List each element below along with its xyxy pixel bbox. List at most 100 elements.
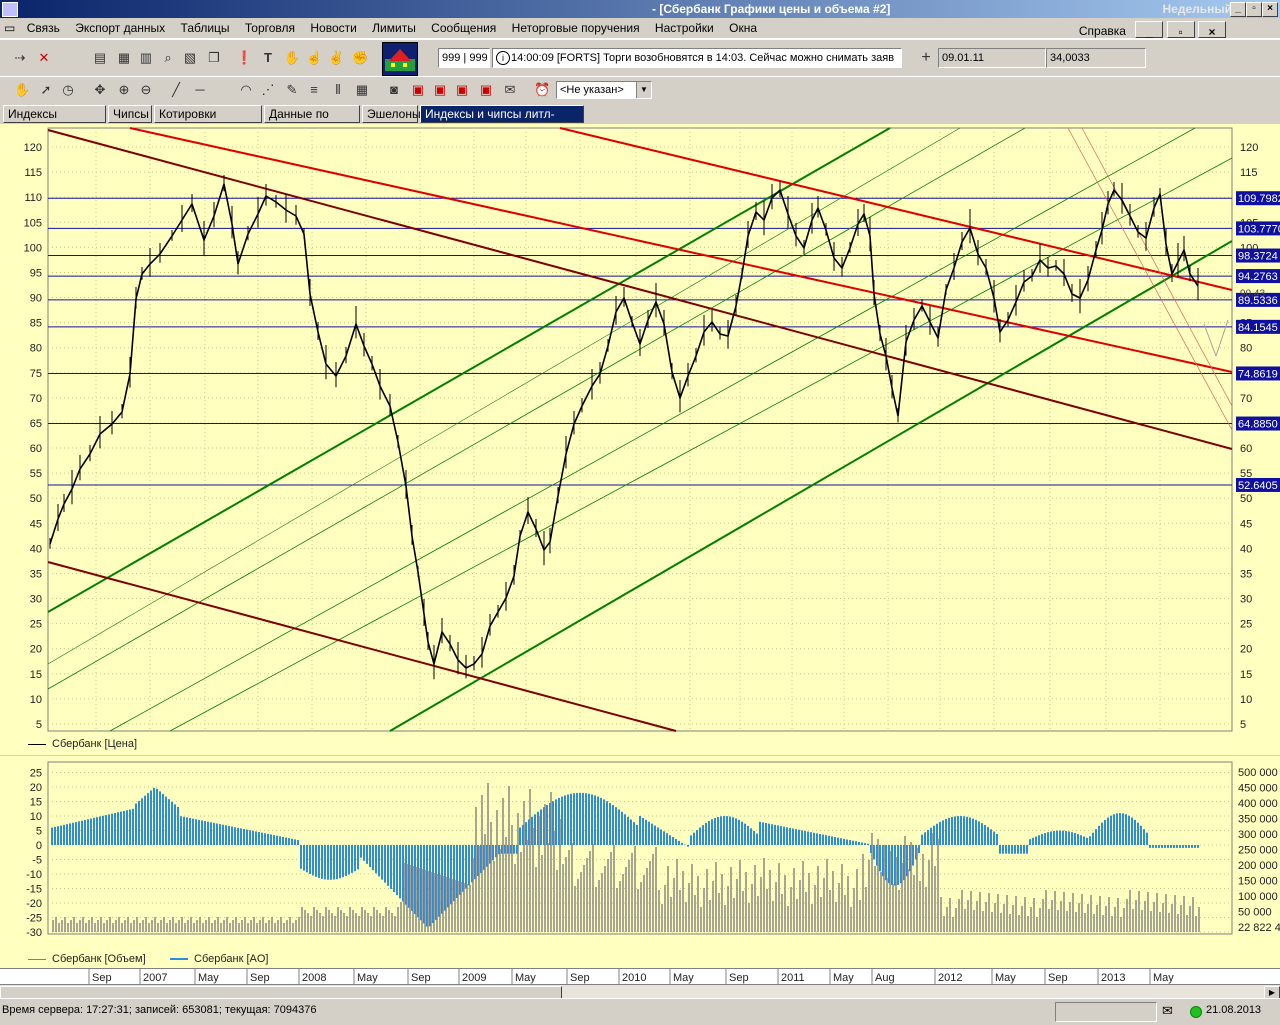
pan-hand-icon[interactable]: ✋: [14, 82, 30, 98]
price-y-tick-left: 75: [30, 368, 42, 380]
level-label: 98.3724: [1238, 251, 1278, 263]
menu-item-settings[interactable]: Настройки: [649, 18, 720, 37]
menu-item-news[interactable]: Новости: [304, 18, 362, 37]
price-y-tick-left: 80: [30, 343, 42, 355]
child-restore-button[interactable]: ▫: [1166, 21, 1195, 39]
message-ticker[interactable]: i 14:00:09 [FORTS] Торги возобновятся в …: [492, 48, 902, 68]
order2-icon[interactable]: ▣: [432, 82, 448, 98]
channel-line: [47, 127, 961, 665]
camera-icon[interactable]: ◙: [386, 82, 402, 98]
tab-quotes-table[interactable]: Котировки таблица: [154, 105, 262, 138]
price-y-tick-right: 25: [1240, 619, 1252, 631]
order3-icon[interactable]: ▣: [454, 82, 470, 98]
menu-item-connection[interactable]: Связь: [21, 18, 66, 37]
crosshair-icon[interactable]: +: [918, 50, 934, 66]
price-y-tick-right: 70: [1240, 393, 1252, 405]
copy-icon[interactable]: ❐: [206, 50, 222, 66]
ao-legend-label: Сбербанк [AO]: [194, 953, 269, 965]
channel-line: [169, 157, 1233, 732]
tab-echelons[interactable]: Эшелоны: [362, 105, 421, 123]
account-select[interactable]: <Не указан> ▼: [556, 81, 652, 99]
time-label: 2007: [143, 972, 167, 984]
hand4-icon[interactable]: ✊: [352, 50, 368, 66]
menu-item-nontrade[interactable]: Неторговые поручения: [506, 18, 646, 37]
price-y-tick-left: 85: [30, 318, 42, 330]
hand2-icon[interactable]: ☝: [306, 50, 322, 66]
grid-icon[interactable]: ▦: [354, 82, 370, 98]
horizontal-scrollbar[interactable]: ▶: [0, 984, 1280, 999]
quotes-icon[interactable]: ▥: [138, 50, 154, 66]
time-label: Sep: [411, 972, 431, 984]
child-close-button[interactable]: ×: [1198, 21, 1226, 39]
price-y-tick-left: 105: [24, 217, 42, 229]
menu-item-limits[interactable]: Лимиты: [366, 18, 422, 37]
disconnect-icon[interactable]: ✕: [36, 50, 52, 66]
minimize-button[interactable]: _: [1230, 2, 1246, 17]
clock-icon[interactable]: ◷: [60, 82, 76, 98]
menu-icon[interactable]: ▭: [0, 18, 17, 37]
hand3-icon[interactable]: ✌: [328, 50, 344, 66]
arc-icon[interactable]: ◠: [238, 82, 254, 98]
time-label: 2012: [938, 972, 962, 984]
maximize-button[interactable]: ▫: [1246, 2, 1262, 17]
bars-icon[interactable]: ⦀: [330, 82, 346, 98]
volume-chart[interactable]: 25 20 15 10 5 0 -5 -10 -15 -20 -25 -30 500 000 450 00…: [0, 756, 1280, 968]
menu-item-export[interactable]: Экспорт данных: [69, 18, 171, 37]
ao-y-tick: -20: [26, 898, 42, 910]
time-label: Sep: [250, 972, 270, 984]
ao-y-tick: 20: [30, 782, 42, 794]
close-button[interactable]: ×: [1262, 2, 1278, 17]
move-icon[interactable]: ✥: [92, 82, 108, 98]
alert-icon[interactable]: ❗: [236, 50, 252, 66]
pencil-icon[interactable]: ✎: [284, 82, 300, 98]
level-label: 64.8850: [1238, 419, 1278, 431]
cross-table-icon[interactable]: ▧: [182, 50, 198, 66]
trendline-icon[interactable]: ╱: [168, 82, 184, 98]
tab-indices-daily[interactable]: Индексы дневные: [3, 105, 106, 138]
cursor-value-field: 34,0033: [1046, 48, 1146, 68]
zoom-out-icon[interactable]: ⊖: [138, 82, 154, 98]
menu-item-help[interactable]: Справка: [1073, 21, 1132, 40]
order-icon[interactable]: ▣: [410, 82, 426, 98]
text-tool-icon[interactable]: T: [260, 50, 276, 66]
time-label: May: [673, 972, 694, 984]
fan-icon[interactable]: ⋰: [260, 82, 276, 98]
tab-chips[interactable]: Чипсы: [108, 105, 152, 123]
time-label: Aug: [875, 972, 895, 984]
menu-item-trading[interactable]: Торговля: [239, 18, 301, 37]
search-icon[interactable]: ⌕: [160, 50, 176, 66]
volume-chart-panel[interactable]: 25 20 15 10 5 0 -5 -10 -15 -20 -25 -30 500 000 450 00…: [0, 756, 1280, 968]
time-axis: Sep 2007 May Sep 2008 May Sep 2009 May Sep 2010 May…: [0, 968, 1280, 985]
tab-account-data[interactable]: Данные по счету: [264, 105, 360, 138]
volume-y-tick: 150 000: [1238, 876, 1278, 888]
menu-item-windows[interactable]: Окна: [723, 18, 763, 37]
chevron-down-icon[interactable]: ▼: [636, 82, 651, 98]
hand-icon[interactable]: ✋: [284, 50, 300, 66]
hline-icon[interactable]: ─: [192, 82, 208, 98]
channel-line: [47, 127, 891, 613]
server-status-text: Время сервера: 17:27:31; записей: 653081…: [2, 1004, 317, 1016]
zoom-in-icon[interactable]: ⊕: [116, 82, 132, 98]
mail-icon[interactable]: ✉: [502, 82, 518, 98]
volume-y-tick: 200 000: [1238, 860, 1278, 872]
price-chart[interactable]: 1201201151151101101051051001009595909085…: [0, 124, 1280, 755]
mail-icon[interactable]: ✉: [1162, 1003, 1178, 1018]
order4-icon[interactable]: ▣: [478, 82, 494, 98]
menu-item-messages[interactable]: Сообщения: [425, 18, 502, 37]
table-icon[interactable]: ▦: [116, 50, 132, 66]
time-axis-svg: Sep 2007 May Sep 2008 May Sep 2009 May Sep 2010 May…: [88, 969, 1174, 985]
child-minimize-button[interactable]: _: [1135, 21, 1164, 39]
alarm-icon[interactable]: ⏰: [534, 82, 550, 98]
tab-indices-chips-frame[interactable]: Индексы и чипсы литл-фрейм: [420, 105, 584, 138]
channel-icon[interactable]: ≡: [306, 82, 322, 98]
price-y-tick-right: 15: [1240, 669, 1252, 681]
menu-item-tables[interactable]: Таблицы: [175, 18, 236, 37]
volume-y-tick: 500 000: [1238, 767, 1278, 779]
price-chart-panel[interactable]: 1201201151151101101051051001009595909085…: [0, 124, 1280, 755]
pointer-icon[interactable]: ➚: [38, 82, 54, 98]
app-icon: [2, 2, 18, 17]
price-y-tick-left: 5: [36, 719, 42, 731]
window-icon[interactable]: ▤: [92, 50, 108, 66]
price-y-tick-right: 40: [1240, 543, 1252, 555]
connect-icon[interactable]: ⇢: [12, 50, 28, 66]
